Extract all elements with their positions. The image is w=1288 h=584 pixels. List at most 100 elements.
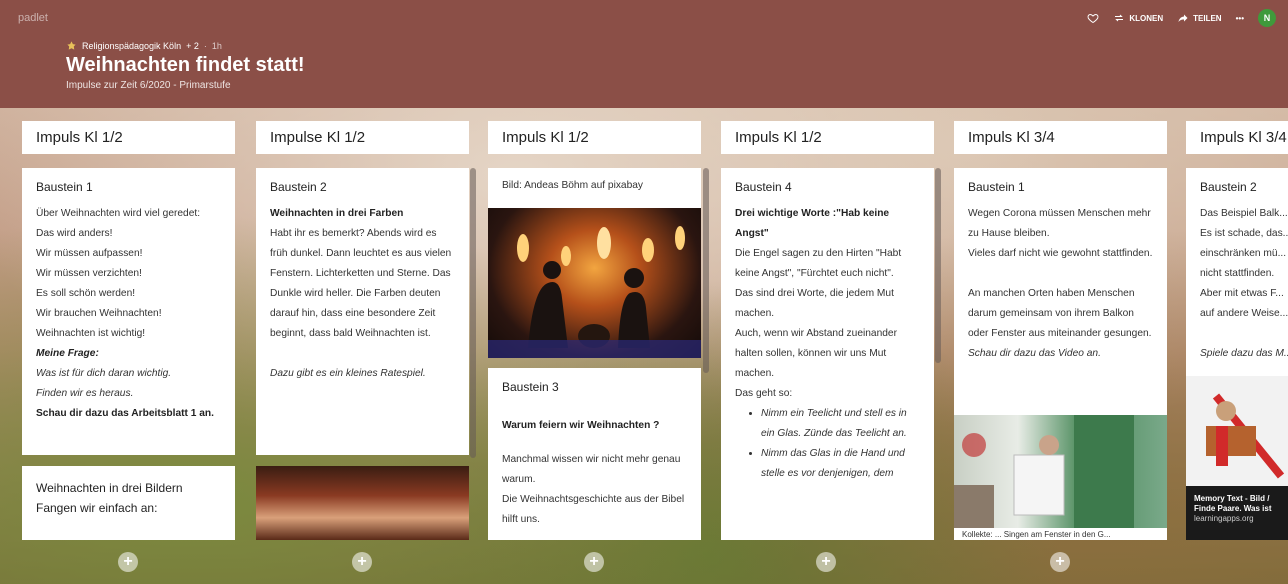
board-time: 1h: [211, 40, 222, 51]
post-closing: Schau dir dazu das Arbeitsblatt 1 an.: [36, 408, 214, 419]
post-title: Weihnachten in drei Bildern Fangen wir e…: [36, 481, 183, 515]
add-post-button[interactable]: +: [352, 552, 372, 572]
post-card[interactable]: Baustein 1 Wegen Corona müssen Menschen …: [954, 168, 1167, 540]
image-caption: Kollekte: ... Singen am Fenster in den G…: [962, 530, 1111, 539]
post-lead: Drei wichtige Worte :"Hab keine Angst": [735, 208, 890, 239]
card-text: Finde Paare. Was ist: [1194, 504, 1272, 513]
post-body: Über Weihnachten wird viel geredet: Das …: [36, 204, 221, 424]
share-button[interactable]: TEILEN: [1177, 12, 1222, 24]
column-scrollbar[interactable]: [470, 168, 476, 458]
card-title: Memory Text - Bild /: [1194, 494, 1270, 503]
list-item: Nimm das Glas in die Hand und stelle es …: [761, 444, 920, 484]
meta-separator: ·: [203, 40, 207, 51]
memory-game-image-icon: [1186, 376, 1288, 486]
repeat-icon: [1115, 14, 1124, 22]
post-title: Baustein 3: [502, 380, 559, 394]
add-post-button[interactable]: +: [118, 552, 138, 572]
candles-figures-icon: [488, 226, 701, 358]
clone-label: KLONEN: [1129, 13, 1164, 23]
add-post-button[interactable]: +: [816, 552, 836, 572]
post-title: Baustein 2: [1200, 180, 1257, 194]
post-line: nicht stattfinden.: [1200, 268, 1275, 279]
post-note: Spiele dazu das M...: [1200, 348, 1288, 359]
column-6: Impuls Kl 3/4: [1186, 121, 1288, 154]
post-line: Es ist schade, das...: [1200, 228, 1288, 239]
question-line: Was ist für dich daran wichtig.: [36, 368, 172, 379]
column-scrollbar[interactable]: [935, 168, 941, 363]
more-button[interactable]: •••: [1236, 14, 1244, 23]
board-subtitle: Impulse zur Zeit 6/2020 - Primarstufe: [66, 80, 231, 91]
board-author[interactable]: Religionspädagogik Köln: [82, 41, 181, 51]
post-card[interactable]: Baustein 1 Über Weihnachten wird viel ge…: [22, 168, 235, 455]
column-header[interactable]: Impuls Kl 3/4: [954, 121, 1167, 154]
like-button[interactable]: [1087, 12, 1099, 24]
post-line: Die Weihnachtsgeschichte aus der Bibel h…: [502, 494, 685, 525]
question-label: Meine Frage:: [36, 348, 99, 359]
post-card[interactable]: Baustein 4 Drei wichtige Worte :"Hab kei…: [721, 168, 934, 540]
padlet-logo[interactable]: padlet: [18, 12, 48, 24]
top-actions: KLONEN TEILEN ••• N: [1087, 8, 1276, 28]
post-line: Über Weihnachten wird viel geredet:: [36, 208, 201, 219]
post-title: Baustein 1: [968, 180, 1025, 194]
post-line: Das sind drei Worte, die jedem Mut mache…: [735, 288, 894, 319]
clone-button[interactable]: KLONEN: [1113, 12, 1163, 24]
column-header[interactable]: Impuls Kl 1/2: [488, 121, 701, 154]
column-scrollbar[interactable]: [703, 168, 709, 373]
board-meta: Religionspädagogik Köln + 2 · 1h: [66, 40, 222, 51]
post-line: Die Engel sagen zu den Hirten "Habt kein…: [735, 248, 902, 279]
instruction-list: Nimm ein Teelicht und stell es in ein Gl…: [735, 404, 920, 484]
candles-image[interactable]: [488, 208, 701, 358]
post-lead: Warum feiern wir Weihnachten ?: [502, 420, 660, 431]
post-line: Das Beispiel Balk...: [1200, 208, 1288, 219]
post-line: Wir müssen verzichten!: [36, 268, 142, 279]
post-note: Schau dir dazu das Video an.: [968, 348, 1101, 359]
column-2: Impulse Kl 1/2: [256, 121, 469, 154]
post-card[interactable]: Baustein 2 Das Beispiel Balk... Es ist s…: [1186, 168, 1288, 540]
post-line: einschränken mü...: [1200, 248, 1287, 259]
post-note: Dazu gibt es ein kleines Ratespiel.: [270, 368, 426, 379]
post-body: Weihnachten in drei Farben Habt ihr es b…: [270, 204, 455, 384]
post-title: Baustein 4: [735, 180, 792, 194]
question-line: Finden wir es heraus.: [36, 388, 134, 399]
post-card[interactable]: Baustein 3 Warum feiern wir Weihnachten …: [488, 368, 701, 540]
post-line: An manchen Orten haben Menschen darum ge…: [968, 288, 1152, 339]
post-card[interactable]: Baustein 2 Weihnachten in drei Farben Ha…: [256, 168, 469, 455]
balcony-video-thumbnail[interactable]: [954, 415, 1167, 528]
column-4: Impuls Kl 1/2: [721, 121, 934, 154]
post-body: Das Beispiel Balk... Es ist schade, das.…: [1200, 204, 1288, 364]
post-body: Wegen Corona müssen Menschen mehr zu Hau…: [968, 204, 1153, 364]
post-line: auf andere Weise...: [1200, 308, 1288, 319]
user-avatar[interactable]: N: [1258, 9, 1276, 27]
post-line: Das wird anders!: [36, 228, 113, 239]
column-header[interactable]: Impulse Kl 1/2: [256, 121, 469, 154]
post-line: Wegen Corona müssen Menschen mehr zu Hau…: [968, 208, 1151, 239]
market-image[interactable]: [256, 466, 469, 540]
post-line: Wir brauchen Weihnachten!: [36, 308, 162, 319]
post-body: Warum feiern wir Weihnachten ? Manchmal …: [502, 404, 687, 530]
add-post-button[interactable]: +: [1050, 552, 1070, 572]
author-logo-icon: [67, 41, 76, 50]
post-line: Manchmal wissen wir nicht mehr genau war…: [502, 454, 681, 485]
card-source: learningapps.org: [1194, 514, 1254, 523]
add-post-button[interactable]: +: [584, 552, 604, 572]
post-line: Weihnachten ist wichtig!: [36, 328, 146, 339]
post-line: Aber mit etwas F...: [1200, 288, 1284, 299]
column-5: Impuls Kl 3/4: [954, 121, 1167, 154]
column-header[interactable]: Impuls Kl 3/4: [1186, 121, 1288, 154]
post-title: Baustein 1: [36, 180, 93, 194]
image-caption: Bild: Andeas Böhm auf pixabay: [502, 180, 644, 191]
post-title: Baustein 2: [270, 180, 327, 194]
post-body: Drei wichtige Worte :"Hab keine Angst" D…: [735, 204, 920, 484]
board-title: Weihnachten findet statt!: [66, 54, 305, 76]
window-scene-icon: [954, 415, 1134, 528]
column-header[interactable]: Impuls Kl 1/2: [22, 121, 235, 154]
post-card[interactable]: Weihnachten in drei Bildern Fangen wir e…: [22, 466, 235, 540]
column-header[interactable]: Impuls Kl 1/2: [721, 121, 934, 154]
share-arrow-icon: [1178, 14, 1188, 22]
memory-card-link[interactable]: Memory Text - Bild / Finde Paare. Was is…: [1186, 376, 1288, 540]
post-text: Habt ihr es bemerkt? Abends wird es früh…: [270, 228, 452, 339]
board-header: padlet KLONEN TEILEN ••• N Religionspäda…: [0, 0, 1288, 108]
post-card[interactable]: Bild: Andeas Böhm auf pixabay: [488, 168, 701, 358]
contributors-count: + 2: [186, 40, 199, 51]
post-line: Vieles darf nicht wie gewohnt stattfinde…: [968, 248, 1153, 259]
